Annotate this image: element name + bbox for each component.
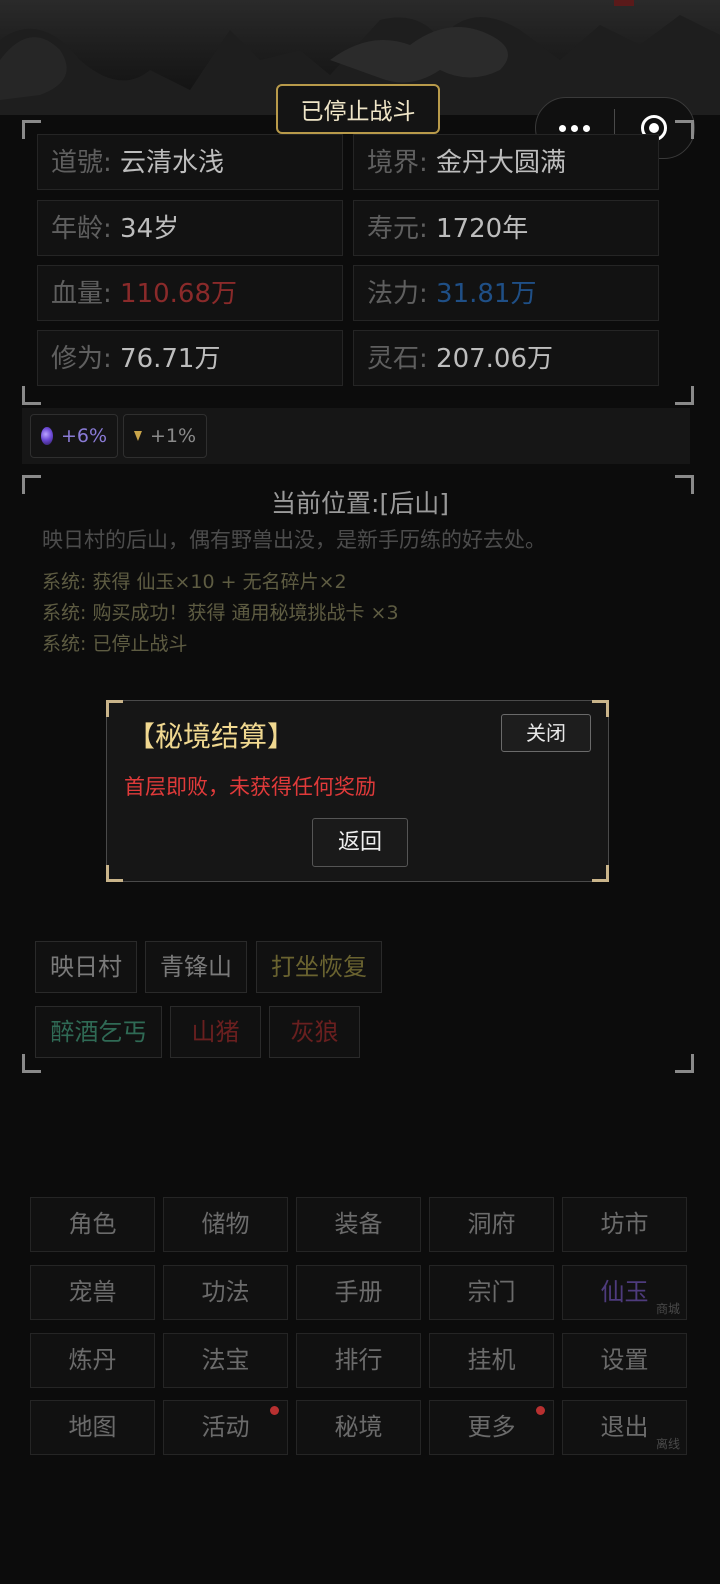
menu-label: 手册 [334,1278,383,1306]
menu-sublabel: 商城 [655,1302,680,1316]
panel-corner [675,386,694,405]
menu-label: 排行 [334,1346,383,1374]
menu-label: 装备 [334,1210,383,1238]
menu-alchemy-button[interactable]: 炼丹 [30,1333,155,1388]
menu-label: 功法 [201,1278,250,1306]
menu-label: 炼丹 [68,1346,117,1374]
secret-realm-result-dialog: 【秘境结算】 关闭 首层即败，未获得任何奖励 返回 [106,700,609,882]
menu-equipment-button[interactable]: 装备 [296,1197,421,1252]
destination-qingfeng-mountain[interactable]: 青锋山 [145,941,247,993]
menu-label: 地图 [68,1413,117,1441]
notification-dot-icon [270,1406,279,1415]
menu-label: 法宝 [201,1346,250,1374]
stat-hp: 血量: 110.68万 [37,265,343,321]
menu-more-button[interactable]: 更多 [429,1400,554,1455]
menu-label: 角色 [68,1210,117,1238]
menu-label: 洞府 [467,1210,516,1238]
stat-lifespan: 寿元: 1720年 [353,200,659,256]
notification-dot-icon [536,1406,545,1415]
meditate-recover-button[interactable]: 打坐恢复 [256,941,382,993]
dialog-corner [106,865,123,882]
menu-secret-realm-button[interactable]: 秘境 [296,1400,421,1455]
npc-grey-wolf[interactable]: 灰狼 [269,1006,360,1058]
dialog-corner [592,700,609,717]
menu-events-button[interactable]: 活动 [163,1400,288,1455]
menu-cave-house-button[interactable]: 洞府 [429,1197,554,1252]
menu-label: 挂机 [467,1346,516,1374]
log-line: 系统: 获得 仙玉×10 + 无名碎片×2 [42,571,347,593]
menu-idle-button[interactable]: 挂机 [429,1333,554,1388]
dialog-close-button[interactable]: 关闭 [501,714,591,752]
dialog-corner [592,865,609,882]
menu-label: 更多 [467,1413,516,1441]
stat-mana: 法力: 31.81万 [353,265,659,321]
menu-label: 活动 [201,1413,250,1441]
buff-orb[interactable]: +6% [30,414,118,458]
stat-realm: 境界: 金丹大圆满 [353,134,659,190]
menu-map-button[interactable]: 地图 [30,1400,155,1455]
location-title: 当前位置:[后山] [271,489,449,518]
menu-pet-button[interactable]: 宠兽 [30,1265,155,1320]
location-description: 映日村的后山，偶有野兽出没，是新手历练的好去处。 [42,528,546,552]
dialog-message: 首层即败，未获得任何奖励 [124,775,376,799]
menu-label: 宗门 [467,1278,516,1306]
menu-sect-button[interactable]: 宗门 [429,1265,554,1320]
menu-label: 秘境 [334,1413,383,1441]
stat-daohao: 道號: 云清水浅 [37,134,343,190]
npc-drunk-beggar[interactable]: 醉酒乞丐 [35,1006,162,1058]
menu-label: 退出 [600,1413,649,1441]
menu-role-button[interactable]: 角色 [30,1197,155,1252]
menu-settings-button[interactable]: 设置 [562,1333,687,1388]
destination-yingri-village[interactable]: 映日村 [35,941,137,993]
menu-label: 宠兽 [68,1278,117,1306]
menu-label: 仙玉 [600,1278,649,1306]
menu-market-button[interactable]: 坊市 [562,1197,687,1252]
panel-corner [675,1054,694,1073]
stat-age: 年龄: 34岁 [37,200,343,256]
buff-gem[interactable]: +1% [123,414,207,458]
menu-exit-button[interactable]: 退出 离线 [562,1400,687,1455]
panel-corner [22,386,41,405]
gold-gem-icon [134,431,142,441]
menu-label: 储物 [201,1210,250,1238]
menu-sublabel: 离线 [655,1437,680,1451]
log-line: 系统: 已停止战斗 [42,633,188,655]
menu-artifact-button[interactable]: 法宝 [163,1333,288,1388]
menu-label: 设置 [600,1346,649,1374]
buff-bar: +6% +1% [22,408,690,464]
menu-technique-button[interactable]: 功法 [163,1265,288,1320]
battle-status-button[interactable]: 已停止战斗 [276,84,440,134]
menu-ranking-button[interactable]: 排行 [296,1333,421,1388]
panel-corner [675,120,694,139]
dialog-title: 【秘境结算】 [127,720,296,753]
menu-immortal-jade-shop-button[interactable]: 仙玉 商城 [562,1265,687,1320]
stat-cultivation: 修为: 76.71万 [37,330,343,386]
purple-orb-icon [41,427,53,445]
dialog-corner [106,700,123,717]
log-line: 系统: 购买成功！获得 通用秘境挑战卡 ×3 [42,602,399,624]
stat-spirit-stones: 灵石: 207.06万 [353,330,659,386]
menu-label: 坊市 [600,1210,649,1238]
menu-storage-button[interactable]: 储物 [163,1197,288,1252]
npc-wild-boar[interactable]: 山猪 [170,1006,261,1058]
menu-manual-button[interactable]: 手册 [296,1265,421,1320]
dialog-back-button[interactable]: 返回 [312,818,408,867]
